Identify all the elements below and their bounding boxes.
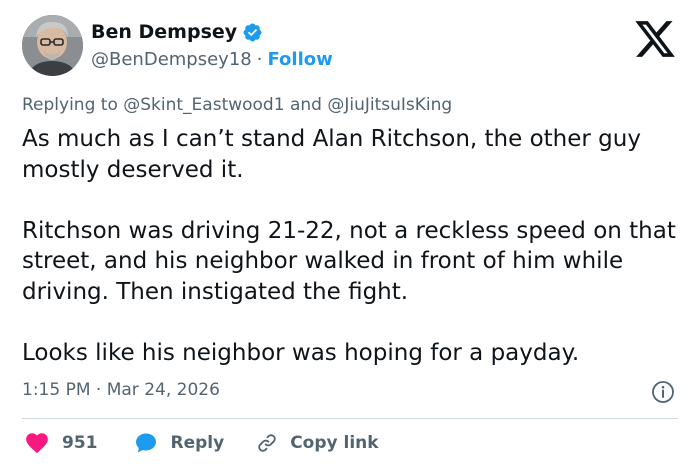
tweet-timestamp[interactable]: 1:15 PM · Mar 24, 2026: [22, 380, 220, 400]
like-count: 951: [62, 433, 98, 453]
like-button[interactable]: 951: [24, 430, 98, 456]
mention-link-2[interactable]: @JiuJitsuIsKing: [327, 95, 452, 115]
info-icon[interactable]: [651, 380, 675, 404]
avatar[interactable]: [22, 15, 83, 76]
x-logo-icon[interactable]: [632, 17, 678, 61]
divider: [22, 418, 678, 419]
heart-icon: [26, 433, 48, 454]
reply-button[interactable]: Reply: [134, 431, 225, 455]
link-icon: [258, 434, 276, 452]
tweet-paragraph: As much as I can’t stand Alan Ritchson, …: [22, 126, 641, 183]
reply-bubble-icon: [135, 433, 156, 453]
tweet-card: Ben Dempsey @BenDempsey18 · Follow Reply…: [0, 0, 700, 471]
tweet-text: As much as I can’t stand Alan Ritchson, …: [22, 124, 682, 368]
replying-prefix: Replying to: [22, 95, 124, 115]
replying-to: Replying to @Skint_Eastwood1 and @JiuJit…: [22, 95, 452, 115]
author-name-row: Ben Dempsey: [91, 21, 263, 43]
tweet-paragraph: Looks like his neighbor was hoping for a…: [22, 339, 580, 366]
replying-conjunction: and: [284, 95, 328, 115]
author-handle[interactable]: @BenDempsey18: [91, 49, 252, 70]
verified-badge-icon: [243, 23, 262, 41]
follow-button[interactable]: Follow: [267, 49, 332, 70]
reply-label: Reply: [170, 433, 225, 453]
copy-link-button[interactable]: Copy link: [256, 432, 379, 454]
separator-dot: ·: [256, 49, 263, 70]
author-handle-row: @BenDempsey18 · Follow: [91, 49, 333, 70]
copy-link-label: Copy link: [290, 433, 379, 453]
avatar-image: [22, 15, 83, 76]
author-name[interactable]: Ben Dempsey: [91, 21, 237, 43]
action-bar: 951 Reply Copy link: [24, 430, 379, 456]
tweet-paragraph: Ritchson was driving 21-22, not a reckle…: [22, 217, 676, 305]
mention-link-1[interactable]: @Skint_Eastwood1: [123, 95, 284, 115]
